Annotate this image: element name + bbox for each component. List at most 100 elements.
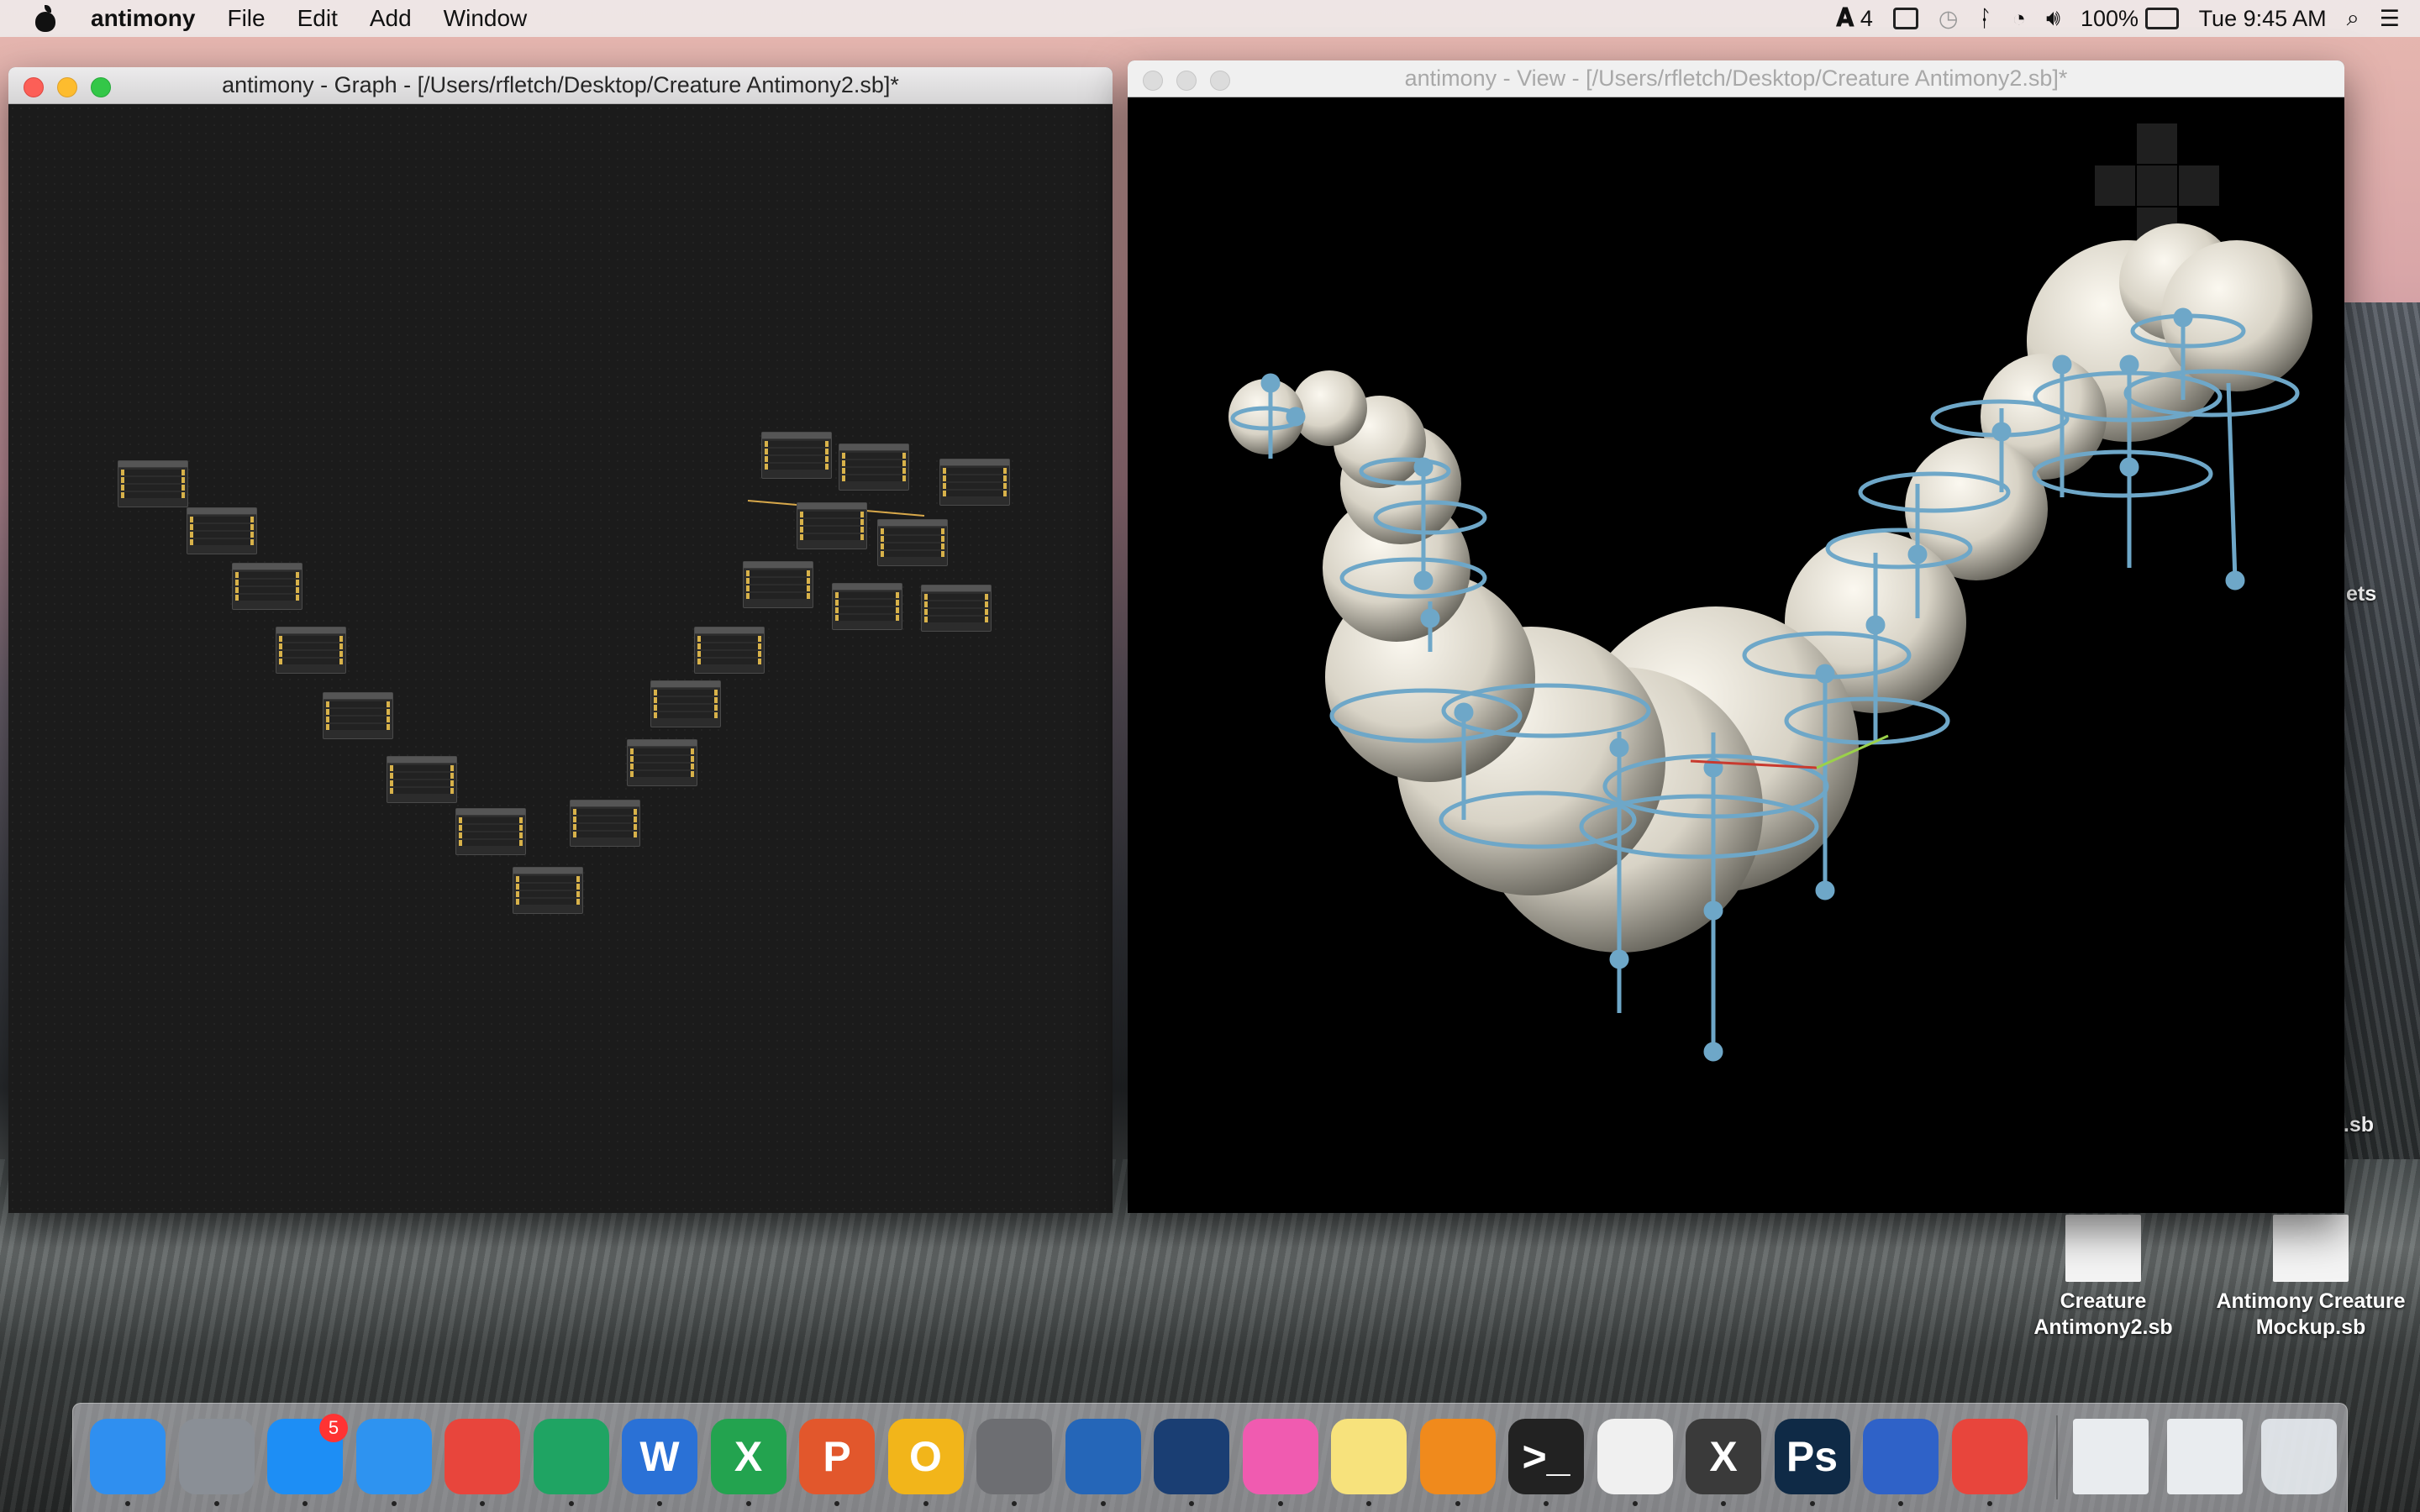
dock-glyph: O — [909, 1433, 942, 1480]
running-indicator — [1100, 1501, 1106, 1506]
finder-icon[interactable] — [90, 1419, 166, 1494]
x-icon[interactable]: X — [1686, 1419, 1761, 1494]
outlook-icon[interactable]: O — [887, 1419, 964, 1494]
sphere-node[interactable] — [232, 563, 302, 610]
powerpoint-icon[interactable]: P — [799, 1419, 875, 1494]
running-indicator — [213, 1501, 219, 1506]
sphere-node[interactable] — [118, 460, 188, 507]
document-icon — [2065, 1215, 2141, 1282]
running-indicator — [1898, 1501, 1903, 1506]
running-indicator — [1366, 1501, 1371, 1506]
sphere-node[interactable] — [276, 627, 346, 674]
running-indicator — [834, 1501, 839, 1506]
excel-icon[interactable]: X — [710, 1419, 786, 1494]
dock-separator — [2056, 1415, 2058, 1499]
graph-window-titlebar[interactable]: antimony - Graph - [/Users/rfletch/Deskt… — [8, 67, 1113, 104]
notification-center-icon[interactable]: ☰ — [2380, 6, 2400, 32]
menu-bar: antimony File Edit Add Window 𝐀 4 ◷ ᛛ ◔ … — [0, 0, 2420, 37]
desktop-file-mockup[interactable]: Antimony Creature Mockup.sb — [2208, 1215, 2413, 1341]
chrome-icon[interactable] — [1951, 1419, 2028, 1494]
document-icon[interactable] — [2073, 1419, 2149, 1494]
view-window[interactable]: antimony - View - [/Users/rfletch/Deskto… — [1128, 60, 2344, 1213]
music-note-icon[interactable] — [1242, 1419, 1318, 1494]
cone-node[interactable] — [921, 585, 992, 632]
running-indicator — [391, 1501, 397, 1506]
sphere-node[interactable] — [797, 502, 867, 549]
battery-status[interactable]: 100% — [2081, 6, 2179, 32]
zoom-button[interactable] — [91, 77, 111, 97]
sphere-node[interactable] — [187, 507, 257, 554]
menu-edit[interactable]: Edit — [297, 5, 338, 32]
time-machine-icon[interactable]: ◷ — [1939, 6, 1959, 32]
menu-file[interactable]: File — [227, 5, 265, 32]
square-icon[interactable] — [1065, 1419, 1141, 1494]
rocket-icon[interactable] — [178, 1419, 255, 1494]
view-window-titlebar[interactable]: antimony - View - [/Users/rfletch/Deskto… — [1128, 60, 2344, 97]
3d-viewport[interactable] — [1128, 97, 2344, 1213]
chrome-icon[interactable] — [445, 1419, 520, 1494]
running-indicator — [125, 1501, 130, 1506]
close-button[interactable] — [1143, 71, 1163, 91]
bluetooth-icon[interactable]: ᛛ — [1978, 6, 1991, 32]
running-indicator — [568, 1501, 574, 1506]
adobe-icon[interactable]: 𝐀 4 — [1836, 4, 1872, 33]
dock-glyph: P — [823, 1433, 851, 1480]
graph-window[interactable]: antimony - Graph - [/Users/rfletch/Deskt… — [8, 67, 1113, 1213]
desktop-file-label: Creature Antimony2.sb — [2033, 1289, 2173, 1339]
running-indicator — [1809, 1501, 1815, 1506]
spotlight-icon[interactable]: ⌕ — [2347, 5, 2360, 32]
document-icon[interactable] — [2167, 1419, 2243, 1494]
drive-icon[interactable] — [533, 1419, 609, 1494]
dock: 5 W X P O >_ X Ps — [72, 1403, 2348, 1512]
sphere-node[interactable] — [761, 432, 832, 479]
sphere-node[interactable] — [877, 519, 948, 566]
compass-icon[interactable] — [355, 1419, 432, 1494]
app-store-icon[interactable]: 5 — [267, 1414, 348, 1494]
sphere-node[interactable] — [627, 739, 697, 786]
cone-node[interactable] — [832, 583, 902, 630]
notes-icon[interactable] — [1331, 1419, 1407, 1494]
sphere-node[interactable] — [455, 808, 526, 855]
wifi-icon[interactable]: ◔ — [2012, 6, 2026, 32]
app-menu[interactable]: antimony — [91, 5, 195, 32]
volume-icon[interactable]: 🔊︎ — [2046, 5, 2060, 32]
running-indicator — [1012, 1501, 1017, 1506]
sphere-node[interactable] — [650, 680, 721, 727]
window-controls — [24, 77, 111, 97]
sphere-node[interactable] — [570, 800, 640, 847]
dock-glyph: X — [734, 1433, 763, 1480]
menu-add[interactable]: Add — [370, 5, 412, 32]
airplay-icon[interactable] — [1892, 8, 1918, 29]
battlenet-icon[interactable] — [1154, 1419, 1229, 1494]
photoshop-icon[interactable]: Ps — [1774, 1419, 1850, 1494]
antimony-icon[interactable] — [1863, 1419, 1939, 1494]
clock[interactable]: Tue 9:45 AM — [2199, 6, 2327, 32]
book-icon[interactable] — [1419, 1419, 1496, 1494]
sphere-node[interactable] — [743, 561, 813, 608]
sphere-node[interactable] — [387, 756, 457, 803]
apple-icon[interactable] — [34, 5, 57, 32]
running-indicator — [1721, 1501, 1726, 1506]
photos-icon[interactable] — [1597, 1419, 1673, 1494]
minimize-button[interactable] — [1176, 71, 1197, 91]
desktop-file-creature[interactable]: Creature Antimony2.sb — [2007, 1215, 2200, 1341]
desktop-partial-label[interactable]: ets — [2346, 581, 2376, 607]
graph-canvas[interactable] — [8, 104, 1113, 1213]
close-button[interactable] — [24, 77, 44, 97]
running-indicator — [1632, 1501, 1638, 1506]
creature-render — [1228, 122, 2312, 1062]
battery-icon — [2144, 8, 2179, 29]
running-indicator — [1277, 1501, 1283, 1506]
trash-icon[interactable] — [2261, 1419, 2337, 1494]
sphere-node[interactable] — [694, 627, 765, 674]
sphere-node[interactable] — [939, 459, 1010, 506]
zoom-button[interactable] — [1210, 71, 1230, 91]
menu-window[interactable]: Window — [444, 5, 528, 32]
minimize-button[interactable] — [57, 77, 77, 97]
sphere-node[interactable] — [513, 867, 583, 914]
gear-icon[interactable] — [976, 1419, 1052, 1494]
terminal-icon[interactable]: >_ — [1508, 1419, 1584, 1494]
sphere-node[interactable] — [839, 444, 909, 491]
sphere-node[interactable] — [323, 692, 393, 739]
word-icon[interactable]: W — [622, 1419, 697, 1494]
